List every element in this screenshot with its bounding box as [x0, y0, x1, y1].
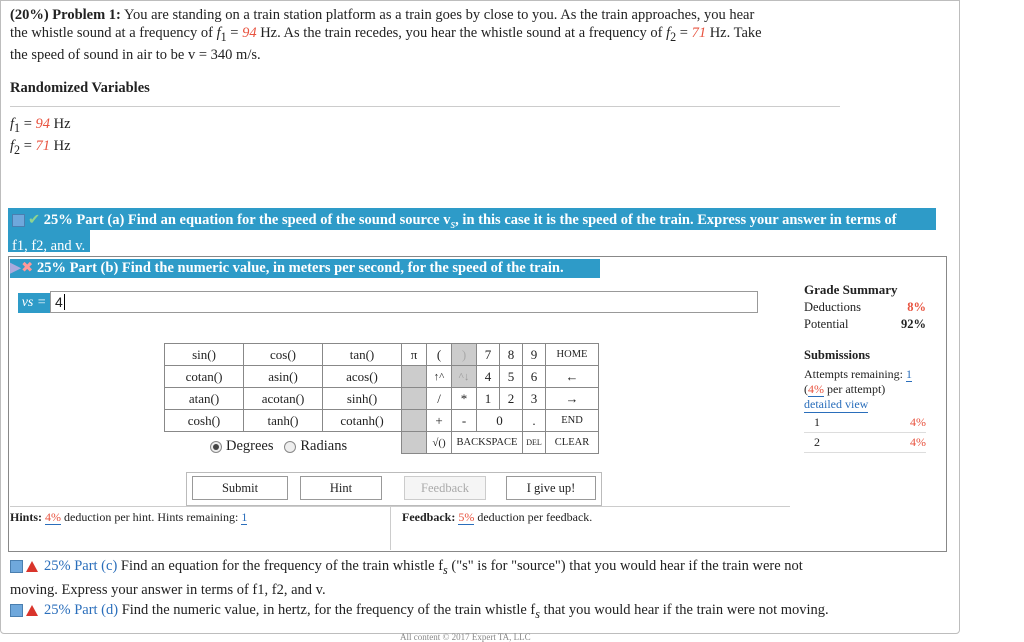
feedback-info: Feedback: 5% deduction per feedback.	[402, 510, 593, 525]
key-backspace[interactable]: BACKSPACE	[451, 431, 523, 454]
key-dot[interactable]: .	[522, 409, 546, 432]
numeric-keypad: π ( ) 7 8 9 HOME ↑^ ^↓ 4 5 6 ← / * 1 2 3…	[401, 343, 599, 454]
part-b-header: ▶✖ 25% Part (b) Find the numeric value, …	[10, 259, 600, 278]
expand-icon[interactable]	[12, 214, 25, 228]
f1-value: 94	[242, 25, 257, 41]
hints-info: Hints: 4% deduction per hint. Hints rema…	[10, 510, 248, 525]
key-cotanh[interactable]: cotanh()	[322, 409, 402, 432]
key-rparen[interactable]: )	[451, 343, 477, 366]
problem-header: (20%) Problem 1:	[10, 7, 121, 23]
key-asin[interactable]: asin()	[243, 365, 323, 388]
key-blank	[401, 365, 427, 388]
check-icon: ✔	[28, 212, 41, 228]
expand-icon[interactable]	[10, 560, 23, 574]
give-up-button[interactable]: I give up!	[506, 476, 596, 500]
key-5[interactable]: 5	[499, 365, 523, 388]
key-cosh[interactable]: cosh()	[164, 409, 244, 432]
key-pi[interactable]: π	[401, 343, 427, 366]
key-sqrt[interactable]: √()	[426, 431, 452, 454]
submission-row: 2 4%	[804, 433, 926, 453]
key-cos[interactable]: cos()	[243, 343, 323, 366]
degrees-radio[interactable]	[210, 440, 222, 453]
key-2[interactable]: 2	[499, 387, 523, 410]
hint-button[interactable]: Hint	[300, 476, 382, 500]
key-1[interactable]: 1	[476, 387, 500, 410]
warning-icon	[26, 561, 38, 573]
key-home[interactable]: HOME	[545, 343, 599, 366]
key-slash[interactable]: /	[426, 387, 452, 410]
divider	[10, 106, 840, 107]
submit-button[interactable]: Submit	[192, 476, 288, 500]
warning-icon	[26, 605, 38, 617]
key-minus[interactable]: -	[451, 409, 477, 432]
var-f2: f2 = 71 Hz	[10, 138, 71, 157]
key-cotan[interactable]: cotan()	[164, 365, 244, 388]
key-acos[interactable]: acos()	[322, 365, 402, 388]
problem-statement: (20%) Problem 1: You are standing on a t…	[10, 7, 762, 63]
f2-value: 71	[691, 25, 707, 41]
key-tanh[interactable]: tanh()	[243, 409, 323, 432]
play-icon: ▶	[10, 260, 22, 276]
key-sinh[interactable]: sinh()	[322, 387, 402, 410]
key-up[interactable]: ↑^	[426, 365, 452, 388]
key-del[interactable]: DEL	[522, 431, 546, 454]
part-a-banner[interactable]: ✔ 25% Part (a) Find an equation for the …	[8, 208, 936, 254]
angle-mode: Degrees Radians	[210, 438, 347, 455]
key-plus[interactable]: +	[426, 409, 452, 432]
randomized-variables-title: Randomized Variables	[10, 80, 150, 96]
answer-label: vs =	[18, 293, 50, 313]
key-0[interactable]: 0	[476, 409, 523, 432]
feedback-button[interactable]: Feedback	[404, 476, 486, 500]
part-c-row[interactable]: 25% Part (c) Find an equation for the fr…	[10, 556, 910, 600]
part-d-row[interactable]: 25% Part (d) Find the numeric value, in …	[10, 600, 930, 624]
key-7[interactable]: 7	[476, 343, 500, 366]
key-8[interactable]: 8	[499, 343, 523, 366]
key-down[interactable]: ^↓	[451, 365, 477, 388]
submission-row: 1 4%	[804, 413, 926, 433]
submissions-panel: Submissions Attempts remaining: 1 (4% pe…	[804, 348, 926, 453]
expand-icon[interactable]	[10, 604, 23, 618]
key-star[interactable]: *	[451, 387, 477, 410]
key-clear[interactable]: CLEAR	[545, 431, 599, 454]
key-tan[interactable]: tan()	[322, 343, 402, 366]
answer-input[interactable]: 4	[50, 291, 758, 313]
function-keypad: sin() cos() tan() cotan() asin() acos() atan…	[164, 343, 402, 432]
key-atan[interactable]: atan()	[164, 387, 244, 410]
key-right[interactable]: →	[545, 387, 599, 410]
key-3[interactable]: 3	[522, 387, 546, 410]
var-f1: f1 = 94 Hz	[10, 116, 71, 135]
key-lparen[interactable]: (	[426, 343, 452, 366]
key-acotan[interactable]: acotan()	[243, 387, 323, 410]
divider	[390, 506, 391, 550]
x-icon: ✖	[21, 260, 34, 276]
key-left[interactable]: ←	[545, 365, 599, 388]
detailed-view-link[interactable]: detailed view	[804, 397, 869, 413]
key-blank	[401, 387, 427, 410]
key-blank	[401, 431, 427, 454]
key-sin[interactable]: sin()	[164, 343, 244, 366]
key-4[interactable]: 4	[476, 365, 500, 388]
footer: All content © 2017 Expert TA, LLC	[400, 632, 531, 642]
divider	[10, 506, 790, 507]
key-blank	[401, 409, 427, 432]
radians-radio[interactable]	[284, 440, 297, 453]
grade-summary: Grade Summary Deductions 8% Potential 92%	[804, 282, 926, 331]
key-6[interactable]: 6	[522, 365, 546, 388]
key-end[interactable]: END	[545, 409, 599, 432]
key-9[interactable]: 9	[522, 343, 546, 366]
